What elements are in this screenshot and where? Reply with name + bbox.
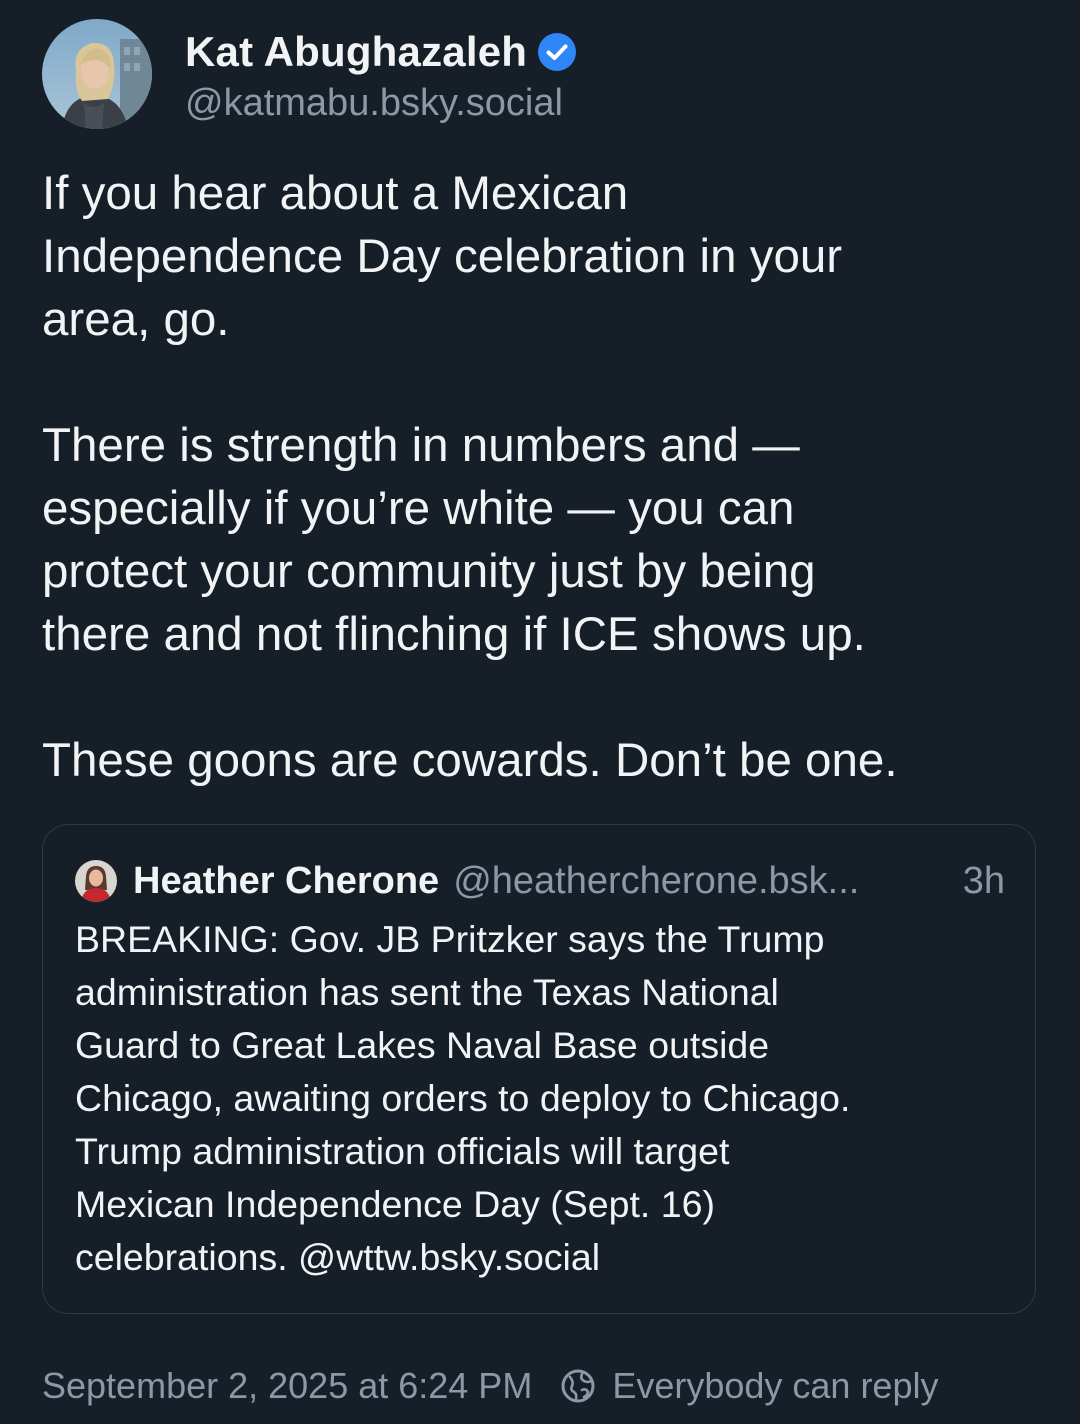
post-body-text: If you hear about a Mexican Independence… bbox=[42, 162, 1042, 792]
quoted-post-time: 3h bbox=[962, 859, 1005, 902]
author-avatar-image bbox=[42, 19, 152, 129]
quoted-author-display-name: Heather Cherone bbox=[133, 859, 440, 902]
author-avatar[interactable] bbox=[42, 19, 152, 129]
author-name-block: Kat Abughazaleh @katmabu.bsky.social bbox=[185, 24, 577, 125]
post-author-row: Kat Abughazaleh @katmabu.bsky.social bbox=[42, 18, 577, 130]
post-timestamp: September 2, 2025 at 6:24 PM bbox=[42, 1365, 533, 1406]
reply-setting-button[interactable]: Everybody can reply bbox=[560, 1365, 938, 1407]
post-paragraph: These goons are cowards. Don’t be one. bbox=[42, 734, 898, 787]
quoted-post-text: BREAKING: Gov. JB Pritzker says the Trum… bbox=[75, 918, 851, 1278]
author-display-name[interactable]: Kat Abughazaleh bbox=[185, 28, 527, 76]
reply-setting-label: Everybody can reply bbox=[612, 1365, 939, 1406]
quoted-author-handle: @heathercherone.bsk... bbox=[453, 859, 860, 902]
quoted-post-header: Heather Cherone @heathercherone.bsk... 3… bbox=[75, 855, 1005, 907]
verified-badge-icon[interactable] bbox=[537, 32, 577, 72]
author-handle[interactable]: @katmabu.bsky.social bbox=[185, 82, 577, 125]
globe-icon bbox=[561, 1369, 595, 1403]
display-name-row: Kat Abughazaleh bbox=[185, 24, 577, 80]
post-paragraph: There is strength in numbers and — espec… bbox=[42, 419, 866, 661]
quoted-author-avatar[interactable] bbox=[75, 860, 117, 902]
post-thread-view: Kat Abughazaleh @katmabu.bsky.social If … bbox=[0, 0, 1080, 1424]
post-footer: September 2, 2025 at 6:24 PM Everybody c… bbox=[42, 1358, 938, 1414]
post-paragraph: If you hear about a Mexican Independence… bbox=[42, 167, 843, 346]
quoted-post-card[interactable]: Heather Cherone @heathercherone.bsk... 3… bbox=[42, 824, 1036, 1314]
